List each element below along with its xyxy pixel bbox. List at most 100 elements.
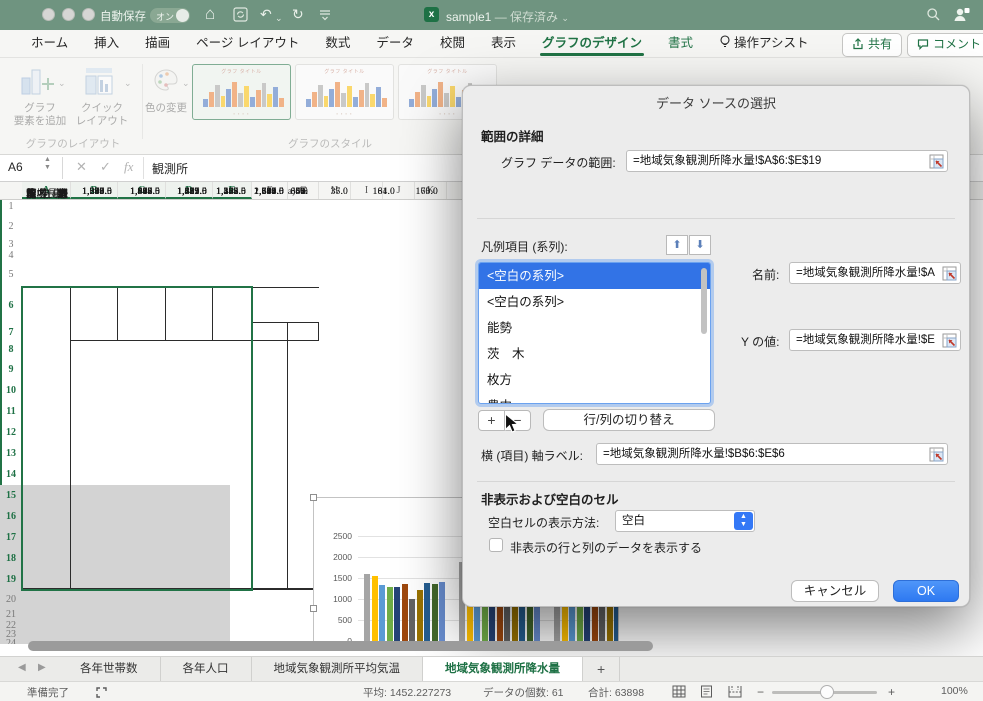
quick-layout-label[interactable]: クイック レイアウト <box>66 102 138 128</box>
y-values-field[interactable]: =地域気象観測所降水量!$E <box>789 329 961 351</box>
horizontal-scrollbar[interactable] <box>28 641 653 651</box>
autosave-toggle[interactable]: オン <box>150 8 190 23</box>
sheet-tab-地域気象観測所降水量[interactable]: 地域気象観測所降水量 <box>423 657 583 681</box>
ribbon-tab-描画[interactable]: 描画 <box>145 30 170 57</box>
change-colors-label[interactable]: 色の変更 <box>136 102 196 115</box>
range-picker-icon[interactable] <box>929 447 944 462</box>
ok-button[interactable]: OK <box>893 580 959 602</box>
row-header-8[interactable]: 8 <box>0 341 22 359</box>
series-listbox[interactable]: <空白の系列><空白の系列>能勢茨 木枚方豊中大阪 <box>478 262 711 404</box>
close-window-button[interactable] <box>42 8 55 21</box>
sheet-tab-地域気象観測所平均気温[interactable]: 地域気象観測所平均気温 <box>252 657 423 681</box>
row-header-19[interactable]: 19 <box>0 569 22 590</box>
zoom-window-button[interactable] <box>82 8 95 21</box>
chart-handle[interactable] <box>310 605 317 612</box>
chart-handle[interactable] <box>310 494 317 501</box>
series-name-field[interactable]: =地域気象観測所降水量!$A <box>789 262 961 284</box>
share-button[interactable]: 共有 <box>842 33 903 57</box>
row-header-10[interactable]: 10 <box>0 380 22 401</box>
ribbon-tab-書式[interactable]: 書式 <box>668 30 693 57</box>
ribbon-tab-挿入[interactable]: 挿入 <box>94 30 119 57</box>
row-header-4[interactable]: 4 <box>0 249 22 263</box>
series-list-item[interactable]: 能勢 <box>479 315 710 341</box>
change-colors-icon[interactable] <box>152 68 180 99</box>
ribbon-tab-校閲[interactable]: 校閲 <box>440 30 465 57</box>
row-header-16[interactable]: 16 <box>0 506 22 527</box>
row-header-9[interactable]: 9 <box>0 359 22 380</box>
ribbon-tab-数式[interactable]: 数式 <box>325 30 350 57</box>
row-header-17[interactable]: 17 <box>0 527 22 548</box>
cancel-entry-icon[interactable]: ✕ <box>76 159 87 175</box>
undo-icon[interactable]: ↶ <box>260 5 272 23</box>
zoom-out-icon[interactable]: − <box>757 685 764 699</box>
add-sheet-button[interactable]: + <box>583 657 621 681</box>
quick-layout-icon[interactable] <box>82 66 122 105</box>
move-series-up-button[interactable]: ⬆ <box>666 235 688 255</box>
row-header-11[interactable]: 11 <box>0 401 22 422</box>
row-header-18[interactable]: 18 <box>0 548 22 569</box>
page-break-view-icon[interactable] <box>728 685 742 701</box>
next-sheet-icon[interactable]: ▶ <box>38 662 46 673</box>
range-picker-icon[interactable] <box>942 333 957 348</box>
row-header-6[interactable]: 6 <box>0 287 22 324</box>
chart-style-thumbnail-2[interactable]: グラフ タイトル ▪ ▪ ▪ ▪ <box>295 64 394 120</box>
row-header-3[interactable]: 3 <box>0 240 22 250</box>
series-list-item[interactable]: <空白の系列> <box>479 289 710 315</box>
empty-cells-dropdown[interactable]: 空白 ▲ ▼ <box>615 510 755 532</box>
chevron-down-icon[interactable]: ⌄ <box>182 78 190 89</box>
prev-sheet-icon[interactable]: ◀ <box>18 662 26 673</box>
series-list-item[interactable]: 茨 木 <box>479 341 710 367</box>
chevron-down-icon[interactable]: ⌄ <box>124 78 132 89</box>
row-header-20[interactable]: 20 <box>0 590 22 609</box>
series-list-item[interactable]: 豊中 <box>479 393 710 403</box>
ribbon-tab-操作アシスト[interactable]: 操作アシスト <box>719 30 809 57</box>
show-hidden-checkbox[interactable] <box>489 538 503 552</box>
row-header-2[interactable]: 2 <box>0 213 22 240</box>
share-presence-icon[interactable] <box>952 5 971 24</box>
ribbon-options-icon[interactable] <box>318 7 332 21</box>
chart-range-field[interactable]: =地域気象観測所降水量!$A$6:$E$19 <box>626 150 948 172</box>
confirm-entry-icon[interactable]: ✓ <box>100 159 111 175</box>
home-icon[interactable]: ⌂ <box>205 5 215 23</box>
sheet-tab-各年人口[interactable]: 各年人口 <box>161 657 252 681</box>
range-picker-icon[interactable] <box>929 154 944 169</box>
row-header-15[interactable]: 15 <box>0 485 22 506</box>
axis-labels-field[interactable]: =地域気象観測所降水量!$B$6:$E$6 <box>596 443 948 465</box>
row-header-7[interactable]: 7 <box>0 324 22 341</box>
row-header-12[interactable]: 12 <box>0 422 22 443</box>
name-box[interactable]: A6 <box>8 160 23 174</box>
listbox-scrollbar[interactable] <box>701 268 707 334</box>
add-chart-element-icon[interactable] <box>18 66 58 105</box>
ribbon-tab-ホーム[interactable]: ホーム <box>31 30 68 57</box>
zoom-slider[interactable] <box>772 685 877 699</box>
move-series-down-button[interactable]: ⬇ <box>689 235 711 255</box>
zoom-in-icon[interactable]: + <box>888 685 895 699</box>
undo-chevron-icon[interactable]: ⌄ <box>275 9 283 27</box>
ribbon-tab-ページ レイアウト[interactable]: ページ レイアウト <box>196 30 299 57</box>
row-header-5[interactable]: 5 <box>0 263 22 287</box>
range-picker-icon[interactable] <box>942 266 957 281</box>
function-icon[interactable]: fx <box>124 159 133 175</box>
row-header-1[interactable]: 1 <box>0 200 22 213</box>
sheet-tab-各年世帯数[interactable]: 各年世帯数 <box>58 657 161 681</box>
add-series-button[interactable]: + <box>478 410 505 431</box>
comment-button[interactable]: コメント <box>907 33 983 57</box>
row-header-14[interactable]: 14 <box>0 464 22 485</box>
name-box-stepper[interactable]: ▲ ▼ <box>44 156 51 172</box>
ribbon-tab-表示[interactable]: 表示 <box>491 30 516 57</box>
series-list-item[interactable]: 枚方 <box>479 367 710 393</box>
switch-row-column-button[interactable]: 行/列の切り替え <box>543 409 715 431</box>
formula-content[interactable]: 観測所 <box>152 160 188 177</box>
search-icon[interactable] <box>926 7 941 22</box>
normal-view-icon[interactable] <box>672 685 686 701</box>
save-sync-icon[interactable] <box>233 7 248 22</box>
ribbon-tab-グラフのデザイン[interactable]: グラフのデザイン <box>539 30 645 57</box>
chart-style-thumbnail-1[interactable]: グラフ タイトル ▪ ▪ ▪ ▪ <box>192 64 291 120</box>
minimize-window-button[interactable] <box>62 8 75 21</box>
ribbon-tab-データ[interactable]: データ <box>376 30 414 57</box>
row-header-24[interactable]: 24 <box>0 639 22 645</box>
row-header-13[interactable]: 13 <box>0 443 22 464</box>
series-list-item[interactable]: <空白の系列> <box>479 263 710 289</box>
chevron-down-icon[interactable]: ⌄ <box>58 78 66 89</box>
cancel-button[interactable]: キャンセル <box>791 580 879 602</box>
